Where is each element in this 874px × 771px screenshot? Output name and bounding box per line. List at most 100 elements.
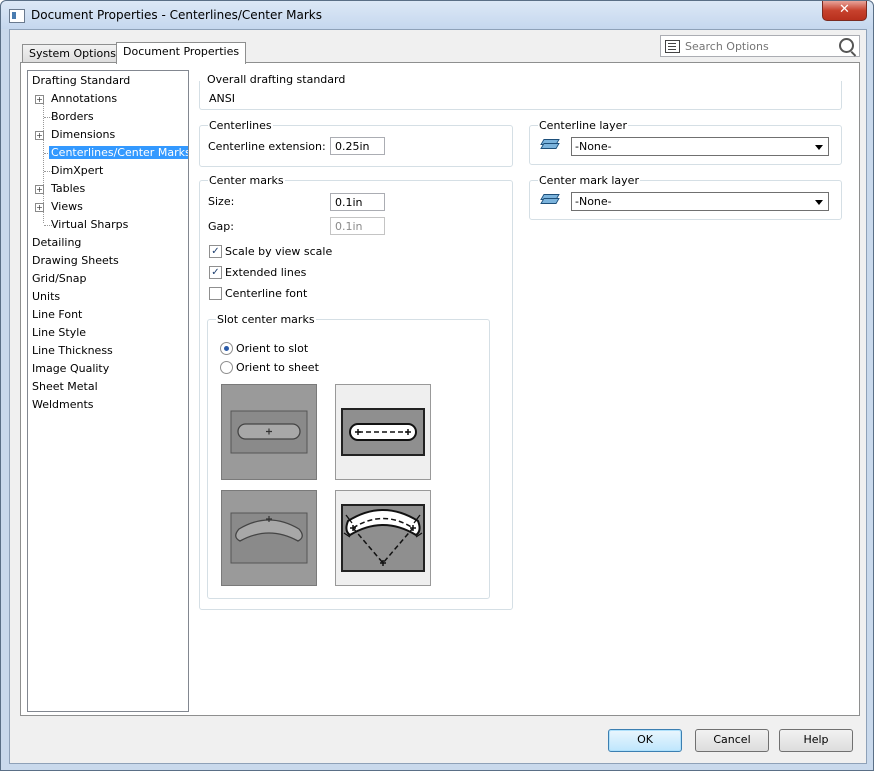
tree-item-label: Detailing — [32, 236, 82, 249]
tree-item-drafting-standard[interactable]: Drafting Standard — [32, 73, 130, 89]
slot-center-marks-label: Slot center marks — [216, 313, 316, 326]
overall-drafting-standard-group: Overall drafting standard ANSI — [199, 73, 842, 110]
arc-slot-orient-to-sheet-preview[interactable] — [335, 490, 431, 586]
tree-item-detailing[interactable]: Detailing — [32, 235, 81, 251]
expand-icon[interactable]: + — [35, 131, 44, 140]
window-title: Document Properties - Centerlines/Center… — [31, 8, 322, 22]
dialog-window: Document Properties - Centerlines/Center… — [0, 0, 874, 771]
center-mark-layer-select[interactable]: -None- — [571, 192, 829, 211]
orient-to-slot-label[interactable]: Orient to slot — [236, 342, 308, 355]
tab-document-properties[interactable]: Document Properties — [116, 42, 247, 64]
options-list-icon[interactable] — [665, 40, 680, 53]
orient-to-sheet-label[interactable]: Orient to sheet — [236, 361, 319, 374]
gap-input[interactable]: 0.1in — [330, 217, 385, 235]
orient-to-sheet-radio[interactable] — [220, 361, 233, 374]
tree-item-units[interactable]: Units — [32, 289, 60, 305]
tree-item-virtual-sharps[interactable]: Virtual Sharps — [51, 217, 128, 233]
tree-item-line-style[interactable]: Line Style — [32, 325, 86, 341]
expand-icon[interactable]: + — [35, 185, 44, 194]
search-icon[interactable] — [839, 38, 854, 53]
tree-item-weldments[interactable]: Weldments — [32, 397, 94, 413]
options-tree: Drafting Standard + Annotations Borders … — [27, 70, 189, 712]
tab-system-options[interactable]: System Options — [22, 44, 123, 63]
search-input[interactable] — [683, 37, 837, 55]
tree-item-label: Views — [51, 200, 83, 213]
cancel-button[interactable]: Cancel — [695, 729, 769, 752]
straight-slot-orient-to-sheet-preview[interactable] — [335, 384, 431, 480]
center-mark-layer-value: -None- — [575, 195, 612, 208]
arc-slot-single-mark-icon — [230, 512, 308, 564]
scale-by-view-checkbox[interactable]: ✓ — [209, 245, 222, 258]
tree-item-views[interactable]: Views — [51, 199, 83, 215]
tree-item-label: Drafting Standard — [32, 74, 131, 87]
tree-item-label: Units — [32, 290, 61, 303]
straight-slot-single-mark-icon — [230, 410, 308, 454]
close-button[interactable]: ✕ — [822, 1, 867, 21]
ok-button[interactable]: OK — [608, 729, 682, 752]
tree-item-image-quality[interactable]: Image Quality — [32, 361, 109, 377]
center-marks-group: Center marks Size: 0.1in Gap: 0.1in ✓ Sc… — [199, 174, 513, 610]
tree-item-label: Sheet Metal — [32, 380, 98, 393]
tree-item-grid-snap[interactable]: Grid/Snap — [32, 271, 86, 287]
center-marks-label: Center marks — [208, 174, 285, 187]
tree-item-label: Annotations — [51, 92, 118, 105]
tree-item-sheet-metal[interactable]: Sheet Metal — [32, 379, 98, 395]
overall-group-border — [199, 81, 842, 110]
tree-item-drawing-sheets[interactable]: Drawing Sheets — [32, 253, 119, 269]
title-bar[interactable]: Document Properties - Centerlines/Center… — [1, 1, 873, 29]
tree-item-label: Line Style — [32, 326, 87, 339]
tree-item-line-thickness[interactable]: Line Thickness — [32, 343, 113, 359]
size-label: Size: — [208, 195, 235, 208]
center-mark-layer-label: Center mark layer — [538, 174, 640, 187]
straight-slot-orient-to-slot-preview[interactable] — [221, 384, 317, 480]
expand-icon[interactable]: + — [35, 203, 44, 212]
orient-to-slot-radio[interactable] — [220, 342, 233, 355]
document-properties-panel: Drafting Standard + Annotations Borders … — [20, 62, 860, 716]
centerline-font-checkbox[interactable] — [209, 287, 222, 300]
tree-item-dimensions[interactable]: Dimensions — [51, 127, 115, 143]
search-options-box — [660, 35, 860, 57]
centerlines-label: Centerlines — [208, 119, 273, 132]
expand-icon[interactable]: + — [35, 95, 44, 104]
tree-item-label: Weldments — [32, 398, 94, 411]
tree-item-tables[interactable]: Tables — [51, 181, 85, 197]
centerline-layer-label: Centerline layer — [538, 119, 628, 132]
size-input[interactable]: 0.1in — [330, 193, 385, 211]
extended-lines-checkbox[interactable]: ✓ — [209, 266, 222, 279]
tree-item-label: Centerlines/Center Marks — [49, 146, 188, 159]
tree-item-dimxpert[interactable]: DimXpert — [51, 163, 103, 179]
tree-item-label: Dimensions — [51, 128, 116, 141]
chevron-down-icon — [815, 145, 823, 150]
scale-by-view-label[interactable]: Scale by view scale — [225, 245, 332, 258]
tree-item-label: Borders — [51, 110, 94, 123]
center-mark-layer-group: Center mark layer -None- — [529, 174, 842, 220]
tree-item-label: DimXpert — [51, 164, 104, 177]
tree-item-borders[interactable]: Borders — [51, 109, 94, 125]
chevron-down-icon — [815, 200, 823, 205]
centerlines-group: Centerlines Centerline extension: 0.25in — [199, 119, 513, 167]
gap-label: Gap: — [208, 220, 234, 233]
tree-item-line-font[interactable]: Line Font — [32, 307, 82, 323]
centerline-layer-value: -None- — [575, 140, 612, 153]
centerline-layer-group: Centerline layer -None- — [529, 119, 842, 165]
layer-icon — [540, 194, 560, 206]
straight-slot-dashed-mark-icon — [341, 408, 425, 456]
arc-slot-dashed-mark-icon — [341, 504, 425, 572]
centerline-layer-select[interactable]: -None- — [571, 137, 829, 156]
centerline-font-label[interactable]: Centerline font — [225, 287, 307, 300]
dialog-client: System Options Document Properties Draft… — [9, 29, 867, 764]
centerline-extension-input[interactable]: 0.25in — [330, 137, 385, 155]
extended-lines-label[interactable]: Extended lines — [225, 266, 306, 279]
tree-item-centerlines-center-marks[interactable]: Centerlines/Center Marks — [49, 145, 188, 161]
help-button[interactable]: Help — [779, 729, 853, 752]
tree-item-label: Image Quality — [32, 362, 110, 375]
tree-item-annotations[interactable]: Annotations — [51, 91, 117, 107]
tree-item-label: Virtual Sharps — [51, 218, 129, 231]
tree-item-label: Line Thickness — [32, 344, 113, 357]
tree-item-label: Line Font — [32, 308, 83, 321]
tree-item-label: Grid/Snap — [32, 272, 87, 285]
document-properties-icon — [9, 9, 25, 23]
arc-slot-orient-to-slot-preview[interactable] — [221, 490, 317, 586]
tree-item-label: Tables — [51, 182, 86, 195]
layer-icon — [540, 139, 560, 151]
